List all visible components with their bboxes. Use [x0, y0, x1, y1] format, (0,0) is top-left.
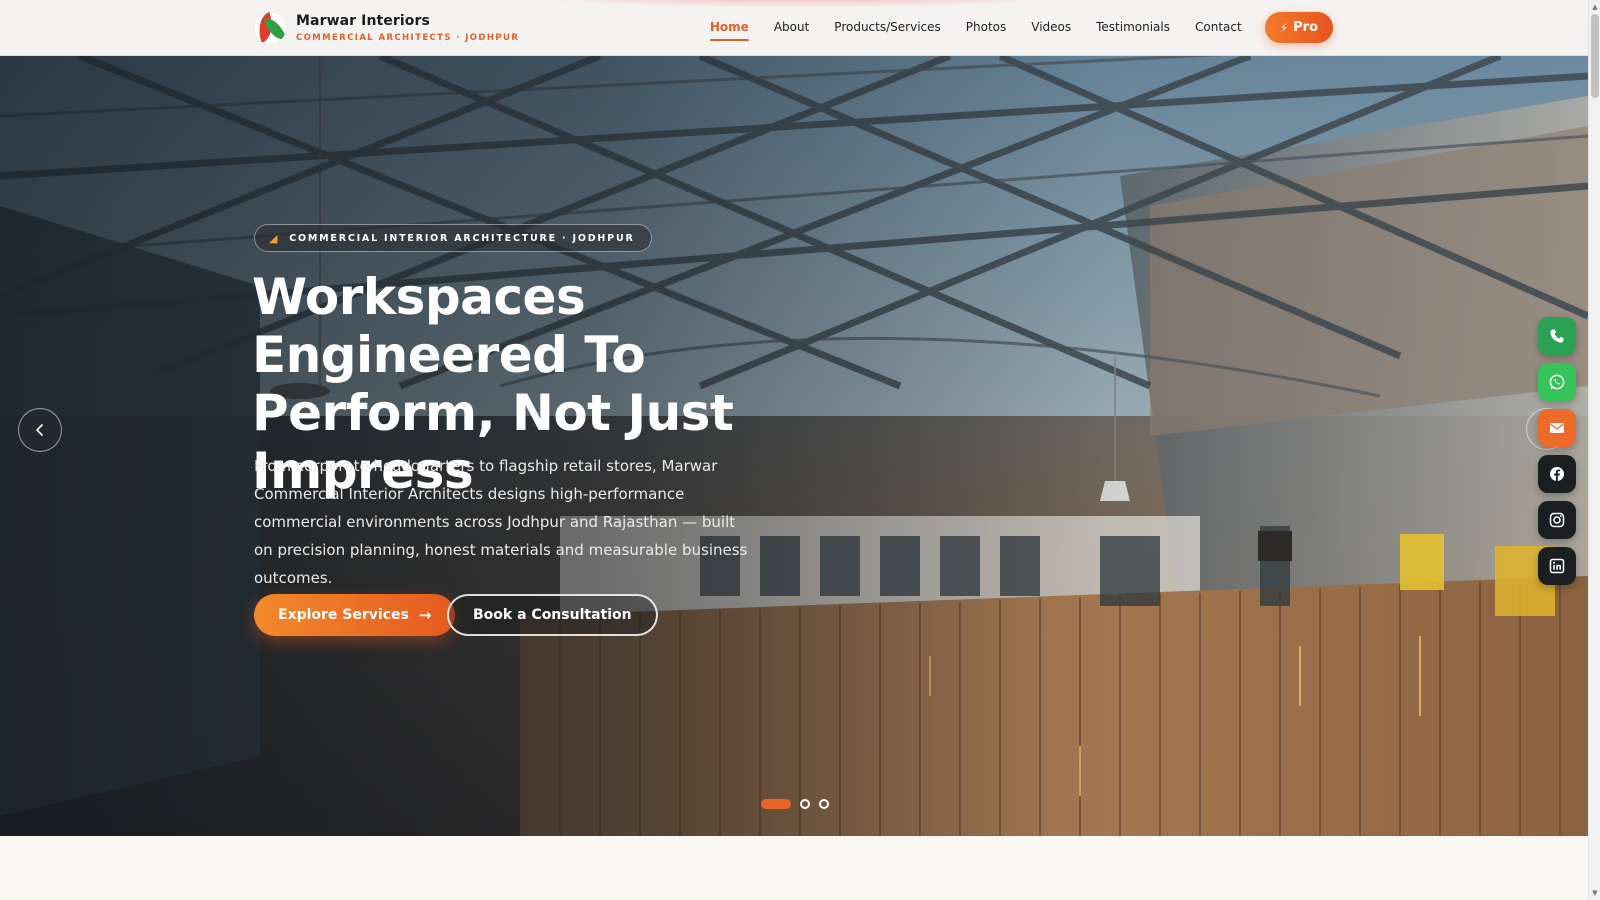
nav-item-testimonials[interactable]: Testimonials	[1096, 12, 1170, 43]
hero-badge-text: COMMERCIAL INTERIOR ARCHITECTURE · JODHP…	[289, 232, 635, 244]
brand-logo-icon	[254, 12, 286, 44]
lightning-bolt-icon: ⚡︎	[1279, 20, 1289, 35]
nav-item-contact[interactable]: Contact	[1195, 12, 1242, 43]
scroll-up-arrow-icon[interactable]: ▲	[1591, 3, 1599, 11]
chevron-left-icon	[36, 424, 43, 436]
scrollbar-thumb[interactable]	[1591, 14, 1599, 98]
nav-item-about[interactable]: About	[774, 12, 809, 43]
whatsapp-button[interactable]	[1538, 363, 1576, 401]
pro-button[interactable]: ⚡︎ Pro	[1264, 12, 1333, 43]
nav-item-products-services[interactable]: Products/Services	[834, 12, 940, 43]
facebook-icon	[1550, 467, 1564, 481]
slider-dots	[761, 799, 838, 809]
hero-slider: ◢ COMMERCIAL INTERIOR ARCHITECTURE · JOD…	[0, 56, 1588, 836]
email-button[interactable]	[1538, 409, 1576, 447]
phone-button[interactable]	[1538, 317, 1576, 355]
nav-glow-decoration	[520, 0, 1080, 8]
mail-icon	[1550, 423, 1564, 433]
ruler-icon: ◢	[269, 231, 280, 245]
slider-dot-1[interactable]	[761, 799, 791, 809]
phone-icon	[1550, 329, 1564, 343]
pro-button-label: Pro	[1293, 20, 1318, 35]
book-consultation-button[interactable]: Book a Consultation	[447, 594, 658, 636]
nav-item-videos[interactable]: Videos	[1031, 12, 1071, 43]
instagram-icon	[1549, 512, 1565, 528]
hero-description: From corporate headquarters to flagship …	[254, 457, 748, 587]
brand-logo-link[interactable]: Marwar Interiors COMMERCIAL ARCHITECTS ·…	[254, 10, 519, 46]
explore-services-label: Explore Services	[278, 607, 409, 623]
brand-name: Marwar Interiors	[296, 13, 430, 29]
slider-dot-2[interactable]	[800, 799, 810, 809]
hero-badge: ◢ COMMERCIAL INTERIOR ARCHITECTURE · JOD…	[254, 224, 652, 252]
page-scrollbar[interactable]: ▲ ▼	[1588, 0, 1600, 900]
brand-text: Marwar Interiors COMMERCIAL ARCHITECTS ·…	[296, 13, 519, 43]
whatsapp-icon	[1549, 374, 1565, 390]
facebook-button[interactable]	[1538, 455, 1576, 493]
nav-item-photos[interactable]: Photos	[966, 12, 1006, 43]
scroll-down-arrow-icon[interactable]: ▼	[1591, 889, 1599, 897]
linkedin-button[interactable]	[1538, 547, 1576, 585]
brand-tagline: COMMERCIAL ARCHITECTS · JODHPUR	[296, 33, 520, 43]
arrow-right-icon: →	[418, 606, 432, 624]
linkedin-icon	[1549, 558, 1565, 574]
explore-services-button[interactable]: Explore Services →	[254, 594, 456, 636]
top-navbar: Marwar Interiors COMMERCIAL ARCHITECTS ·…	[0, 0, 1588, 56]
nav-item-home[interactable]: Home	[709, 12, 749, 43]
slider-prev-button[interactable]	[18, 408, 62, 452]
main-nav: Home About Products/Services Photos Vide…	[685, 12, 1333, 43]
slider-dot-3[interactable]	[819, 799, 829, 809]
book-consultation-label: Book a Consultation	[473, 607, 632, 623]
instagram-button[interactable]	[1538, 501, 1576, 539]
